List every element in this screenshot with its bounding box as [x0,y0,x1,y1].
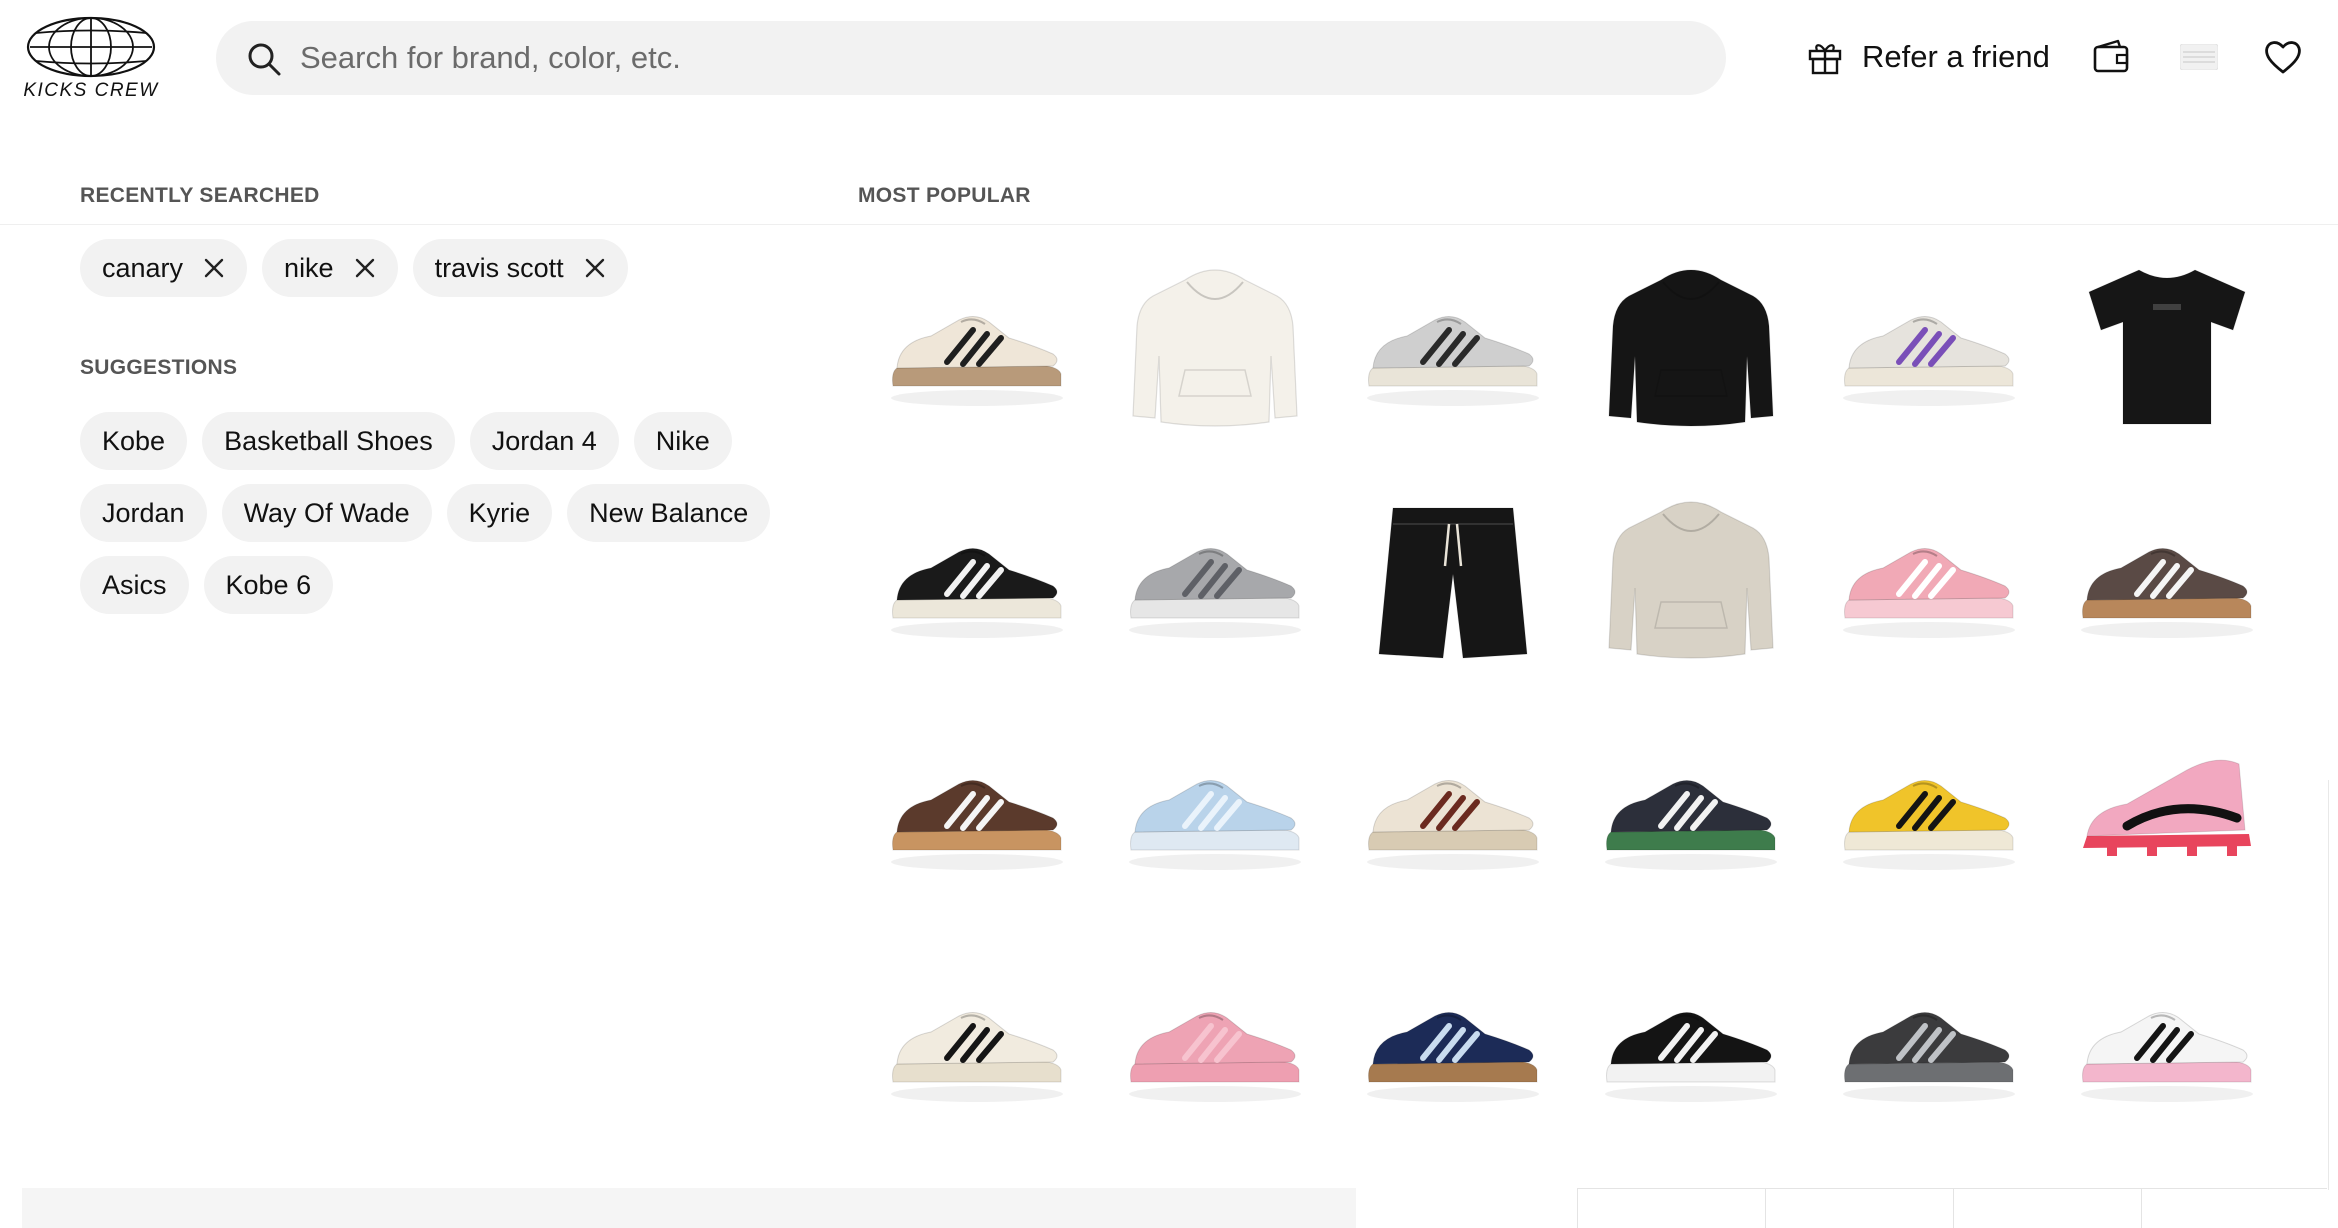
product-card[interactable] [858,462,1096,694]
product-card[interactable] [1096,230,1334,462]
flag-icon [2179,43,2219,71]
product-card[interactable] [2048,230,2286,462]
product-card[interactable] [858,694,1096,926]
product-card[interactable] [2048,462,2286,694]
grid-divider [1953,1189,1954,1228]
close-icon[interactable] [203,257,225,279]
suggestion-chip[interactable]: Nike [633,412,732,470]
search-input[interactable] [300,21,1700,95]
sneaker-thumbnail [1367,316,1539,406]
search-bar[interactable] [216,21,1726,95]
site-header: KICKS CREW Refer a friend [0,0,2338,116]
sneaker-thumbnail [2081,1012,2253,1102]
sneaker-thumbnail [2081,548,2253,638]
heart-icon [2265,41,2301,74]
product-card[interactable] [2048,926,2286,1158]
search-icon [248,43,281,76]
suggestion-list: Kobe Basketball Shoes Jordan 4 Nike Jord… [80,412,780,614]
close-icon[interactable] [354,257,376,279]
suggestion-chip[interactable]: Basketball Shoes [202,412,455,470]
product-card[interactable] [858,926,1096,1158]
sneaker-thumbnail [1129,1012,1301,1102]
wallet-icon [2093,39,2129,73]
sneaker-thumbnail [1843,1012,2015,1102]
sneaker-thumbnail [1605,780,1777,870]
gift-icon [1808,44,1842,75]
product-card[interactable] [1810,694,2048,926]
product-card[interactable] [1810,462,2048,694]
hoodie-thumbnail [1608,501,1774,659]
sneaker-thumbnail [891,1012,1063,1102]
sneaker-thumbnail [1129,548,1301,638]
product-card[interactable] [1334,230,1572,462]
suggestion-chip[interactable]: New Balance [567,484,771,542]
most-popular-grid [858,230,2286,1158]
close-icon[interactable] [584,257,606,279]
product-card[interactable] [1810,926,2048,1158]
region-flag-button[interactable] [2179,43,2219,71]
product-card[interactable] [1572,926,1810,1158]
grid-divider [2141,1189,2142,1228]
wallet-button[interactable] [2090,36,2132,78]
product-card[interactable] [1334,462,1572,694]
cleat-thumbnail [2083,759,2251,856]
suggestion-chip[interactable]: Asics [80,556,189,614]
most-popular-title: MOST POPULAR [858,184,1031,207]
recently-searched-title: RECENTLY SEARCHED [80,184,320,207]
sneaker-thumbnail [1367,1012,1539,1102]
sneaker-thumbnail [891,780,1063,870]
refer-a-friend-link[interactable]: Refer a friend [1806,32,2050,82]
panel-edge-divider [2328,780,2329,1190]
sneaker-thumbnail [1843,316,2015,406]
recent-search-label: canary [102,252,184,283]
hoodie-thumbnail [1608,269,1774,427]
product-card[interactable] [1334,694,1572,926]
page-content-band [22,1188,1356,1228]
sneaker-thumbnail [891,316,1063,406]
product-card[interactable] [1096,926,1334,1158]
recent-search-chip[interactable]: nike [262,239,398,297]
grid-divider [1765,1189,1766,1228]
grid-divider [1577,1189,1578,1228]
suggestion-chip[interactable]: Kobe [80,412,188,470]
suggestion-chip[interactable]: Jordan [80,484,207,542]
product-card[interactable] [1572,230,1810,462]
globe-logo-icon [26,16,156,78]
suggestion-chip[interactable]: Way Of Wade [221,484,432,542]
suggestion-chip[interactable]: Kobe 6 [203,556,334,614]
sneaker-thumbnail [891,548,1063,638]
product-card[interactable] [1572,462,1810,694]
product-card[interactable] [1810,230,2048,462]
page-content-grid [1577,1188,2327,1228]
suggestion-chip[interactable]: Jordan 4 [469,412,619,470]
recent-search-label: travis scott [434,252,564,283]
product-card[interactable] [1096,462,1334,694]
product-card[interactable] [1572,694,1810,926]
sneaker-thumbnail [1843,548,2015,638]
recent-search-chip[interactable]: travis scott [412,239,628,297]
sneaker-thumbnail [1367,780,1539,870]
recent-search-list: canary nike travis scott [80,239,800,297]
sneaker-thumbnail [1605,1012,1777,1102]
sneaker-thumbnail [1843,780,2015,870]
suggestion-chip[interactable]: Kyrie [446,484,553,542]
product-card[interactable] [858,230,1096,462]
product-card[interactable] [1334,926,1572,1158]
recent-search-label: nike [284,252,334,283]
header-divider [0,224,2338,225]
hoodie-thumbnail [1132,269,1298,427]
product-card[interactable] [1096,694,1334,926]
sneaker-thumbnail [1129,780,1301,870]
recent-search-chip[interactable]: canary [80,239,248,297]
suggestions-title: SUGGESTIONS [80,356,238,379]
kicks-crew-logo[interactable]: KICKS CREW [20,16,162,104]
logo-wordmark: KICKS CREW [23,80,159,101]
tshirt-thumbnail [2088,269,2246,425]
refer-label: Refer a friend [1862,39,2050,74]
product-card[interactable] [2048,694,2286,926]
shorts-thumbnail [1378,507,1528,659]
wishlist-button[interactable] [2262,36,2304,78]
